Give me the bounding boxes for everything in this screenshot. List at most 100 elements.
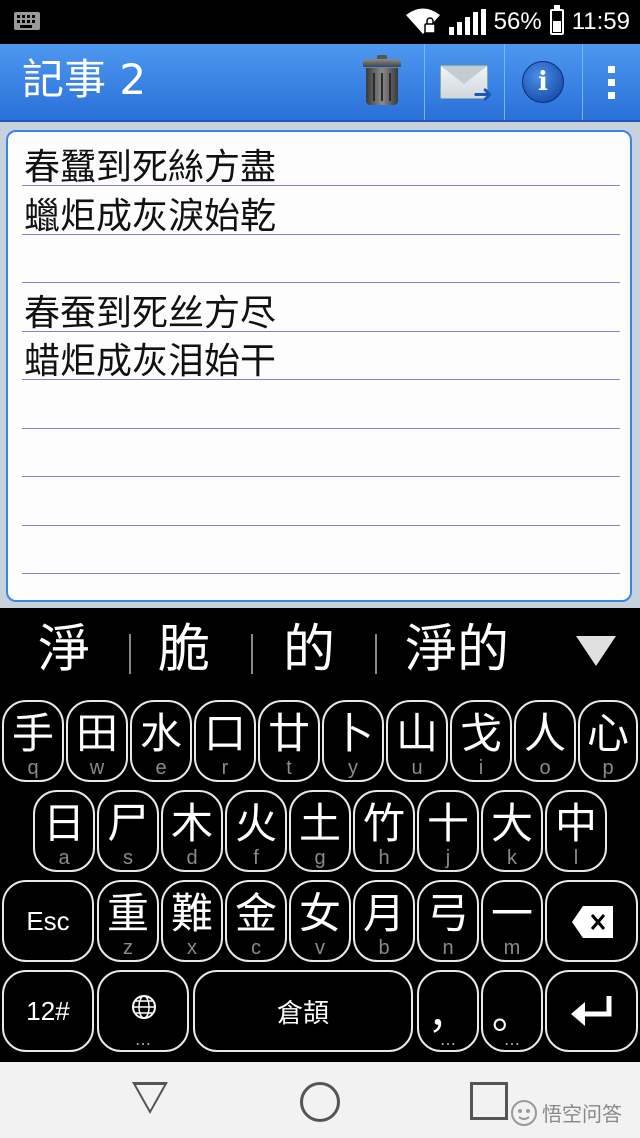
key-glyph: 尸: [106, 799, 149, 848]
send-button[interactable]: ➜: [425, 44, 503, 120]
key-letter: s: [123, 847, 133, 869]
key-letter: e: [155, 757, 167, 779]
page-title: 記事 2: [22, 55, 147, 104]
recent-apps-icon[interactable]: [470, 1082, 508, 1120]
enter-key[interactable]: [545, 970, 638, 1052]
key-mu[interactable]: 木 d: [161, 790, 223, 872]
candidate-item[interactable]: 的: [283, 618, 335, 682]
key-letter: w: [89, 757, 105, 779]
key-zhong[interactable]: 中 l: [545, 790, 607, 872]
key-hint: …: [504, 1030, 520, 1049]
candidate-item[interactable]: 淨: [38, 618, 90, 682]
key-letter: l: [573, 847, 579, 869]
space-key[interactable]: 倉頡: [193, 970, 413, 1052]
battery-icon: [549, 5, 564, 35]
info-button[interactable]: i: [505, 44, 581, 120]
key-glyph: 十: [426, 799, 469, 848]
key-label: 12#: [26, 995, 70, 1026]
escape-key[interactable]: Esc: [2, 880, 94, 962]
note-area: 春蠶到死絲方盡 蠟炬成灰淚始乾 春蚕到死丝方尽 蜡炬成灰泪始干: [0, 122, 640, 608]
key-glyph: 中: [554, 799, 597, 848]
back-icon[interactable]: [132, 1082, 168, 1114]
key-shan[interactable]: 山 u: [386, 700, 448, 782]
backspace-key[interactable]: [545, 880, 638, 962]
key-glyph: 日: [42, 799, 85, 848]
key-tian[interactable]: 田 w: [66, 700, 128, 782]
key-nian[interactable]: 廿 t: [258, 700, 320, 782]
period-key[interactable]: 。 …: [481, 970, 543, 1052]
key-glyph: 戈: [459, 709, 502, 758]
candidate-item[interactable]: 脆: [158, 618, 210, 682]
key-xin[interactable]: 心 p: [578, 700, 638, 782]
key-glyph: 難: [170, 889, 213, 938]
symbols-key[interactable]: 12#: [2, 970, 94, 1052]
keyboard: 手 q 田 w 水 e 口 r 廿 t 卜 y 山 u 戈 i 人 o 心 p …: [0, 694, 640, 1062]
home-icon[interactable]: [300, 1082, 340, 1122]
key-kou[interactable]: 口 r: [194, 700, 256, 782]
note-line: 蜡炬成灰泪始干: [24, 341, 277, 382]
key-glyph: 山: [395, 709, 438, 758]
delete-button[interactable]: [340, 44, 424, 120]
mail-icon: ➜: [440, 65, 493, 106]
key-glyph: 火: [234, 799, 277, 848]
key-label: Esc: [26, 905, 70, 936]
note-editor[interactable]: 春蠶到死絲方盡 蠟炬成灰淚始乾 春蚕到死丝方尽 蜡炬成灰泪始干: [6, 130, 632, 602]
key-hint: …: [440, 1030, 456, 1049]
key-nan[interactable]: 難 x: [161, 880, 223, 962]
key-nv[interactable]: 女 v: [289, 880, 351, 962]
key-shi-ten[interactable]: 十 j: [417, 790, 479, 872]
key-ri[interactable]: 日 a: [33, 790, 95, 872]
key-letter: a: [58, 847, 70, 869]
key-glyph: 一: [490, 889, 533, 938]
key-glyph: 心: [586, 709, 629, 758]
expand-candidates-icon[interactable]: [576, 636, 616, 666]
key-letter: u: [411, 757, 423, 779]
key-glyph: 竹: [362, 799, 405, 848]
key-glyph: 木: [170, 799, 213, 848]
key-glyph: 重: [106, 889, 149, 938]
key-zhong-heavy[interactable]: 重 z: [97, 880, 159, 962]
globe-icon: [132, 995, 156, 1019]
key-glyph: 弓: [426, 889, 469, 938]
key-huo[interactable]: 火 f: [225, 790, 287, 872]
key-glyph: 人: [523, 709, 566, 758]
key-letter: n: [442, 937, 454, 959]
key-letter: c: [251, 937, 261, 959]
key-glyph: 土: [298, 799, 341, 848]
key-shi[interactable]: 尸 s: [97, 790, 159, 872]
key-yue[interactable]: 月 b: [353, 880, 415, 962]
key-hint: …: [135, 1030, 151, 1049]
overflow-menu-button[interactable]: [583, 44, 640, 120]
key-letter: h: [378, 847, 390, 869]
note-line: 春蠶到死絲方盡: [24, 147, 277, 188]
key-letter: d: [186, 847, 198, 869]
key-ren[interactable]: 人 o: [514, 700, 576, 782]
key-letter: b: [378, 937, 390, 959]
watermark-logo-icon: [511, 1099, 537, 1126]
battery-percent: 56%: [493, 8, 542, 35]
key-ge[interactable]: 戈 i: [450, 700, 512, 782]
key-da[interactable]: 大 k: [481, 790, 543, 872]
key-shou[interactable]: 手 q: [2, 700, 64, 782]
key-glyph: 金: [234, 889, 277, 938]
language-key[interactable]: …: [97, 970, 189, 1052]
key-letter: m: [503, 937, 521, 959]
key-glyph: 水: [139, 709, 182, 758]
key-letter: o: [539, 757, 551, 779]
comma-key[interactable]: ， …: [417, 970, 479, 1052]
key-tu[interactable]: 土 g: [289, 790, 351, 872]
key-jin[interactable]: 金 c: [225, 880, 287, 962]
key-glyph: 田: [75, 709, 118, 758]
key-yi[interactable]: 一 m: [481, 880, 543, 962]
key-gong[interactable]: 弓 n: [417, 880, 479, 962]
candidate-item[interactable]: 淨的: [405, 618, 509, 682]
key-label: 倉頡: [276, 998, 329, 1029]
key-bu[interactable]: 卜 y: [322, 700, 384, 782]
key-glyph: 女: [298, 889, 341, 938]
key-letter: g: [314, 847, 326, 869]
key-letter: t: [286, 757, 292, 779]
key-letter: k: [507, 847, 517, 869]
key-zhu[interactable]: 竹 h: [353, 790, 415, 872]
key-shui[interactable]: 水 e: [130, 700, 192, 782]
key-glyph: 廿: [267, 709, 310, 758]
